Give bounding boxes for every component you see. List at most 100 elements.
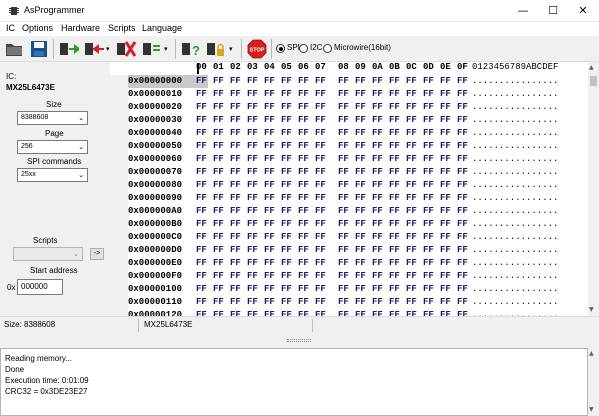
hex-byte-cell[interactable]: FF bbox=[372, 179, 383, 192]
hex-byte-cell[interactable]: FF bbox=[247, 218, 258, 231]
hex-byte-cell[interactable]: FF bbox=[264, 205, 275, 218]
hex-byte-cell[interactable]: FF bbox=[406, 309, 417, 316]
hex-byte-cell[interactable]: FF bbox=[281, 270, 292, 283]
verify-dropdown-icon[interactable]: ▾ bbox=[164, 45, 168, 53]
hex-byte-cell[interactable]: FF bbox=[406, 205, 417, 218]
hex-byte-cell[interactable]: FF bbox=[264, 166, 275, 179]
hex-byte-cell[interactable]: FF bbox=[440, 179, 451, 192]
hex-byte-cell[interactable]: FF bbox=[457, 270, 468, 283]
hex-byte-cell[interactable]: FF bbox=[298, 140, 309, 153]
hex-byte-cell[interactable]: FF bbox=[440, 231, 451, 244]
hex-byte-cell[interactable]: FF bbox=[338, 166, 349, 179]
hex-byte-cell[interactable]: FF bbox=[372, 166, 383, 179]
ascii-row-cell[interactable]: ................ bbox=[472, 88, 558, 101]
hex-byte-cell[interactable]: FF bbox=[230, 231, 241, 244]
hex-byte-cell[interactable]: FF bbox=[230, 75, 241, 88]
hex-byte-cell[interactable]: FF bbox=[338, 244, 349, 257]
hex-byte-cell[interactable]: FF bbox=[315, 283, 326, 296]
hex-byte-cell[interactable]: FF bbox=[298, 205, 309, 218]
hex-byte-cell[interactable]: FF bbox=[247, 179, 258, 192]
hex-byte-cell[interactable]: FF bbox=[406, 244, 417, 257]
hex-byte-cell[interactable]: FF bbox=[247, 153, 258, 166]
hex-byte-cell[interactable]: FF bbox=[372, 244, 383, 257]
hex-byte-cell[interactable]: FF bbox=[230, 88, 241, 101]
hex-byte-cell[interactable]: FF bbox=[298, 179, 309, 192]
hex-byte-cell[interactable]: FF bbox=[440, 205, 451, 218]
hex-byte-cell[interactable]: FF bbox=[213, 309, 224, 316]
hex-byte-cell[interactable]: FF bbox=[406, 114, 417, 127]
page-select[interactable]: 256 ⌄ bbox=[17, 140, 88, 154]
hex-byte-cell[interactable]: FF bbox=[281, 231, 292, 244]
hex-byte-cell[interactable]: FF bbox=[423, 127, 434, 140]
hex-byte-cell[interactable]: FF bbox=[372, 75, 383, 88]
hex-byte-cell[interactable]: FF bbox=[281, 218, 292, 231]
hex-byte-cell[interactable]: FF bbox=[213, 192, 224, 205]
hex-byte-cell[interactable]: FF bbox=[338, 205, 349, 218]
scroll-down-icon[interactable]: ▼ bbox=[589, 406, 594, 413]
hex-byte-cell[interactable]: FF bbox=[315, 244, 326, 257]
ascii-row-cell[interactable]: ................ bbox=[472, 75, 558, 88]
hex-byte-cell[interactable]: FF bbox=[281, 114, 292, 127]
open-folder-icon[interactable] bbox=[4, 39, 24, 59]
hex-byte-cell[interactable]: FF bbox=[372, 309, 383, 316]
hex-byte-cell[interactable]: FF bbox=[196, 114, 207, 127]
hex-byte-cell[interactable]: FF bbox=[423, 205, 434, 218]
hex-byte-cell[interactable]: FF bbox=[230, 270, 241, 283]
hex-byte-cell[interactable]: FF bbox=[247, 231, 258, 244]
hex-byte-cell[interactable]: FF bbox=[281, 75, 292, 88]
hex-byte-cell[interactable]: FF bbox=[315, 88, 326, 101]
hex-byte-cell[interactable]: FF bbox=[196, 192, 207, 205]
hex-byte-cell[interactable]: FF bbox=[423, 114, 434, 127]
hex-byte-cell[interactable]: FF bbox=[315, 296, 326, 309]
hex-byte-cell[interactable]: FF bbox=[281, 101, 292, 114]
hex-byte-cell[interactable]: FF bbox=[247, 205, 258, 218]
hex-byte-cell[interactable]: FF bbox=[355, 270, 366, 283]
hex-byte-cell[interactable]: FF bbox=[338, 101, 349, 114]
hex-byte-cell[interactable]: FF bbox=[213, 75, 224, 88]
hex-byte-cell[interactable]: FF bbox=[457, 114, 468, 127]
hex-byte-cell[interactable]: FF bbox=[423, 101, 434, 114]
hex-byte-cell[interactable]: FF bbox=[389, 179, 400, 192]
hex-byte-cell[interactable]: FF bbox=[457, 257, 468, 270]
hex-byte-cell[interactable]: FF bbox=[457, 244, 468, 257]
hex-byte-cell[interactable]: FF bbox=[196, 75, 207, 88]
hex-byte-cell[interactable]: FF bbox=[389, 153, 400, 166]
hex-byte-cell[interactable]: FF bbox=[457, 179, 468, 192]
hex-byte-cell[interactable]: FF bbox=[406, 166, 417, 179]
hex-byte-cell[interactable]: FF bbox=[423, 309, 434, 316]
hex-byte-cell[interactable]: FF bbox=[298, 283, 309, 296]
maximize-button[interactable]: ☐ bbox=[538, 0, 568, 22]
hex-byte-cell[interactable]: FF bbox=[196, 88, 207, 101]
hex-byte-cell[interactable]: FF bbox=[281, 244, 292, 257]
menu-options[interactable]: Options bbox=[22, 23, 53, 33]
hex-byte-cell[interactable]: FF bbox=[230, 244, 241, 257]
ascii-row-cell[interactable]: ................ bbox=[472, 218, 558, 231]
hex-byte-cell[interactable]: FF bbox=[213, 244, 224, 257]
hex-byte-cell[interactable]: FF bbox=[213, 179, 224, 192]
hex-byte-cell[interactable]: FF bbox=[389, 205, 400, 218]
hex-byte-cell[interactable]: FF bbox=[230, 296, 241, 309]
ascii-row-cell[interactable]: ................ bbox=[472, 283, 558, 296]
hex-byte-cell[interactable]: FF bbox=[213, 101, 224, 114]
hex-byte-cell[interactable]: FF bbox=[196, 257, 207, 270]
hex-byte-cell[interactable]: FF bbox=[264, 153, 275, 166]
hex-byte-cell[interactable]: FF bbox=[247, 192, 258, 205]
hex-byte-cell[interactable]: FF bbox=[247, 296, 258, 309]
spi-commands-select[interactable]: 25xx ⌄ bbox=[17, 168, 88, 182]
hex-byte-cell[interactable]: FF bbox=[355, 192, 366, 205]
hex-byte-cell[interactable]: FF bbox=[440, 166, 451, 179]
hex-byte-cell[interactable]: FF bbox=[264, 231, 275, 244]
ascii-row-cell[interactable]: ................ bbox=[472, 309, 558, 316]
stop-icon[interactable]: STOP bbox=[247, 39, 267, 59]
hex-byte-cell[interactable]: FF bbox=[247, 127, 258, 140]
hex-byte-cell[interactable]: FF bbox=[315, 257, 326, 270]
radio-spi[interactable] bbox=[276, 44, 285, 53]
hex-byte-cell[interactable]: FF bbox=[281, 88, 292, 101]
hex-byte-cell[interactable]: FF bbox=[389, 231, 400, 244]
hex-byte-cell[interactable]: FF bbox=[230, 283, 241, 296]
menu-language[interactable]: Language bbox=[142, 23, 182, 33]
radio-i2c[interactable] bbox=[299, 44, 308, 53]
hex-byte-cell[interactable]: FF bbox=[355, 101, 366, 114]
hex-byte-cell[interactable]: FF bbox=[247, 88, 258, 101]
hex-byte-cell[interactable]: FF bbox=[372, 270, 383, 283]
